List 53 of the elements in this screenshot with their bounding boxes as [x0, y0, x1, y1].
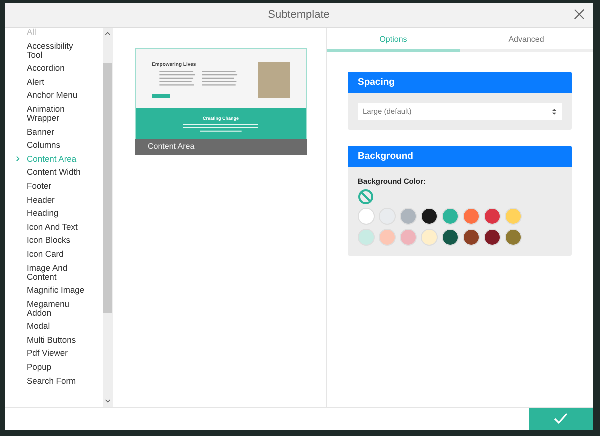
sidebar-item[interactable]: Icon Blocks [13, 234, 103, 248]
scrollbar[interactable] [103, 28, 112, 407]
scroll-up-icon[interactable] [104, 31, 110, 36]
color-swatch[interactable] [400, 229, 417, 246]
window-title: Subtemplate [268, 9, 330, 21]
photo-placeholder [258, 62, 290, 98]
color-swatch[interactable] [484, 208, 501, 225]
color-swatch[interactable] [505, 208, 522, 225]
color-swatch[interactable] [421, 208, 438, 225]
check-icon [554, 413, 568, 425]
preview-caption: Content Area [135, 139, 307, 155]
color-swatch[interactable] [484, 229, 501, 246]
sidebar-item[interactable]: Popup [13, 360, 103, 374]
tab[interactable]: Advanced [460, 28, 593, 52]
color-swatch[interactable] [505, 229, 522, 246]
sidebar-item[interactable]: Content Width [13, 166, 103, 180]
color-swatch[interactable] [463, 208, 480, 225]
sidebar-item[interactable]: Magnific Image [13, 284, 103, 298]
sidebar-item[interactable]: Banner [13, 125, 103, 139]
no-color-icon[interactable] [358, 189, 374, 205]
sidebar-item[interactable]: Accordion [13, 62, 103, 76]
color-swatch[interactable] [463, 229, 480, 246]
preview-button [152, 94, 170, 98]
color-swatch[interactable] [421, 229, 438, 246]
color-swatch[interactable] [442, 229, 459, 246]
sidebar-item[interactable]: Footer [13, 180, 103, 194]
color-swatch[interactable] [379, 229, 396, 246]
sort-arrows-icon [552, 108, 557, 116]
sidebar-item[interactable]: Search Form [13, 374, 103, 388]
sidebar-item[interactable]: Heading [13, 206, 103, 220]
sidebar-item[interactable]: Columns [13, 138, 103, 152]
sidebar-item[interactable]: Multi Buttons [13, 334, 103, 348]
color-swatch[interactable] [442, 208, 459, 225]
chevron-icon [16, 156, 20, 162]
color-swatch[interactable] [358, 229, 375, 246]
sidebar-item[interactable]: Alert [13, 75, 103, 90]
color-swatch[interactable] [400, 208, 417, 225]
sidebar-item[interactable]: Header [13, 193, 103, 207]
sidebar-item[interactable]: Icon Card [13, 248, 103, 262]
confirm-button[interactable] [529, 408, 593, 430]
scroll-down-icon[interactable] [104, 399, 110, 404]
sidebar-item[interactable]: Pdf Viewer [13, 347, 103, 361]
sidebar-item[interactable]: Modal [13, 320, 103, 334]
sidebar-item[interactable]: Image And Content [13, 261, 103, 284]
sidebar-item[interactable]: Animation Wrapper [13, 102, 103, 126]
panel-header: Background [348, 146, 572, 167]
panel-header: Spacing [348, 72, 572, 93]
sidebar-item[interactable]: Anchor Menu [13, 89, 103, 103]
sidebar-item[interactable]: Icon And Text [13, 220, 103, 234]
sidebar-item[interactable]: Accessibility Tool [13, 39, 103, 62]
close-icon[interactable] [574, 9, 585, 20]
color-swatch[interactable] [358, 208, 375, 225]
sidebar-item[interactable]: Megamenu Addon [13, 297, 103, 320]
